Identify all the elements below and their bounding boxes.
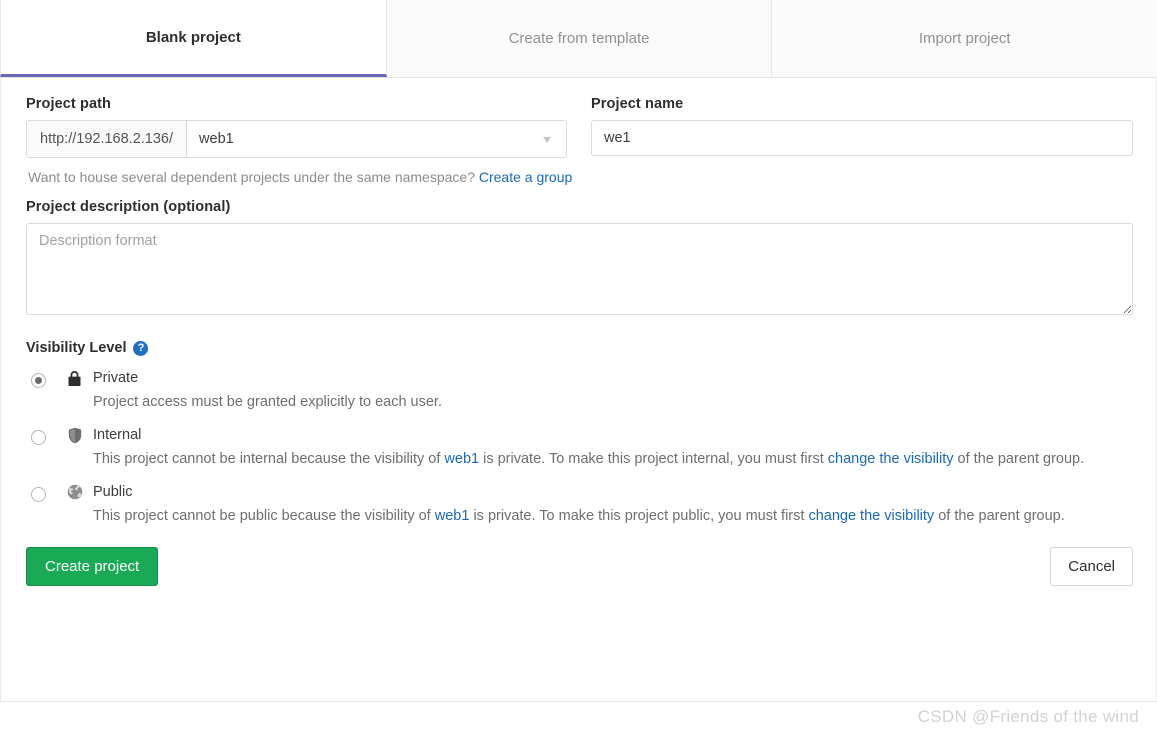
visibility-radio-public[interactable] — [31, 487, 46, 502]
create-project-page: Blank project Create from template Import … — [0, 0, 1157, 737]
visibility-option-body: Private Project access must be granted ex… — [93, 369, 1133, 415]
project-name-label: Project name — [591, 96, 1133, 112]
form-actions: Create project Cancel — [26, 547, 1133, 604]
visibility-option-description: Project access must be granted explicitl… — [93, 390, 1133, 415]
namespace-select-value: web1 — [199, 131, 234, 147]
watermark: CSDN @Friends of the wind — [918, 707, 1139, 727]
visibility-option-description: This project cannot be internal because … — [93, 447, 1133, 472]
visibility-options-list: Private Project access must be granted ex… — [26, 369, 1133, 529]
namespace-select[interactable]: web1 ▾ — [187, 121, 566, 157]
visibility-option-body: Internal This project cannot be internal … — [93, 426, 1133, 472]
visibility-description-link[interactable]: change the visibility — [828, 451, 954, 467]
tab-blank-project[interactable]: Blank project — [0, 0, 387, 77]
project-description-label: Project description (optional) — [26, 199, 1133, 215]
visibility-option-description: This project cannot be public because th… — [93, 504, 1133, 529]
visibility-description-text: This project cannot be internal because … — [93, 451, 444, 467]
new-project-form: Project path http://192.168.2.136/ web1 … — [0, 78, 1157, 604]
namespace-hint-text: Want to house several dependent projects… — [28, 169, 475, 185]
project-path-field: Project path http://192.168.2.136/ web1 … — [26, 96, 567, 158]
visibility-option-public[interactable]: Public This project cannot be public beca… — [26, 483, 1133, 529]
visibility-description-link[interactable]: web1 — [435, 508, 470, 524]
visibility-radio-internal[interactable] — [31, 430, 46, 445]
visibility-description-link[interactable]: change the visibility — [808, 508, 934, 524]
visibility-description-link[interactable]: web1 — [444, 451, 479, 467]
project-description-field: Project description (optional) — [26, 199, 1133, 320]
visibility-option-internal[interactable]: Internal This project cannot be internal … — [26, 426, 1133, 472]
visibility-description-text: of the parent group. — [934, 508, 1065, 524]
cancel-button[interactable]: Cancel — [1050, 547, 1133, 586]
visibility-option-title: Public — [93, 483, 1133, 502]
tab-label: Import project — [919, 30, 1011, 47]
chevron-down-icon: ▾ — [543, 133, 551, 145]
lock-icon — [65, 369, 84, 387]
visibility-description-text: Project access must be granted explicitl… — [93, 394, 442, 410]
project-type-tabs: Blank project Create from template Import … — [0, 0, 1157, 78]
project-path-url-prefix: http://192.168.2.136/ — [27, 121, 187, 157]
visibility-description-text: is private. To make this project interna… — [479, 451, 828, 467]
question-circle-icon[interactable]: ? — [133, 341, 148, 356]
project-description-textarea[interactable] — [26, 223, 1133, 315]
visibility-option-body: Public This project cannot be public beca… — [93, 483, 1133, 529]
create-a-group-link[interactable]: Create a group — [479, 169, 572, 185]
create-project-button[interactable]: Create project — [26, 547, 158, 586]
visibility-description-text: This project cannot be public because th… — [93, 508, 435, 524]
panel-left-border — [0, 77, 1, 701]
path-and-name-row: Project path http://192.168.2.136/ web1 … — [26, 96, 1133, 158]
visibility-radio-private[interactable] — [31, 373, 46, 388]
tab-label: Create from template — [509, 30, 650, 47]
tab-create-from-template[interactable]: Create from template — [387, 0, 773, 77]
visibility-option-private[interactable]: Private Project access must be granted ex… — [26, 369, 1133, 415]
visibility-description-text: of the parent group. — [954, 451, 1085, 467]
visibility-level-heading: Visibility Level ? — [26, 340, 1133, 356]
shield-icon — [65, 426, 84, 444]
visibility-option-title: Internal — [93, 426, 1133, 445]
visibility-description-text: is private. To make this project public,… — [469, 508, 808, 524]
visibility-level-label: Visibility Level — [26, 340, 126, 356]
project-path-input-group[interactable]: http://192.168.2.136/ web1 ▾ — [26, 120, 567, 158]
project-name-field: Project name — [591, 96, 1133, 158]
tab-import-project[interactable]: Import project — [772, 0, 1157, 77]
visibility-option-title: Private — [93, 369, 1133, 388]
panel-bottom-divider — [0, 701, 1157, 702]
tab-label: Blank project — [146, 29, 241, 46]
globe-icon — [65, 483, 84, 500]
namespace-hint: Want to house several dependent projects… — [28, 169, 1133, 185]
project-path-label: Project path — [26, 96, 567, 112]
project-name-input[interactable] — [591, 120, 1133, 156]
